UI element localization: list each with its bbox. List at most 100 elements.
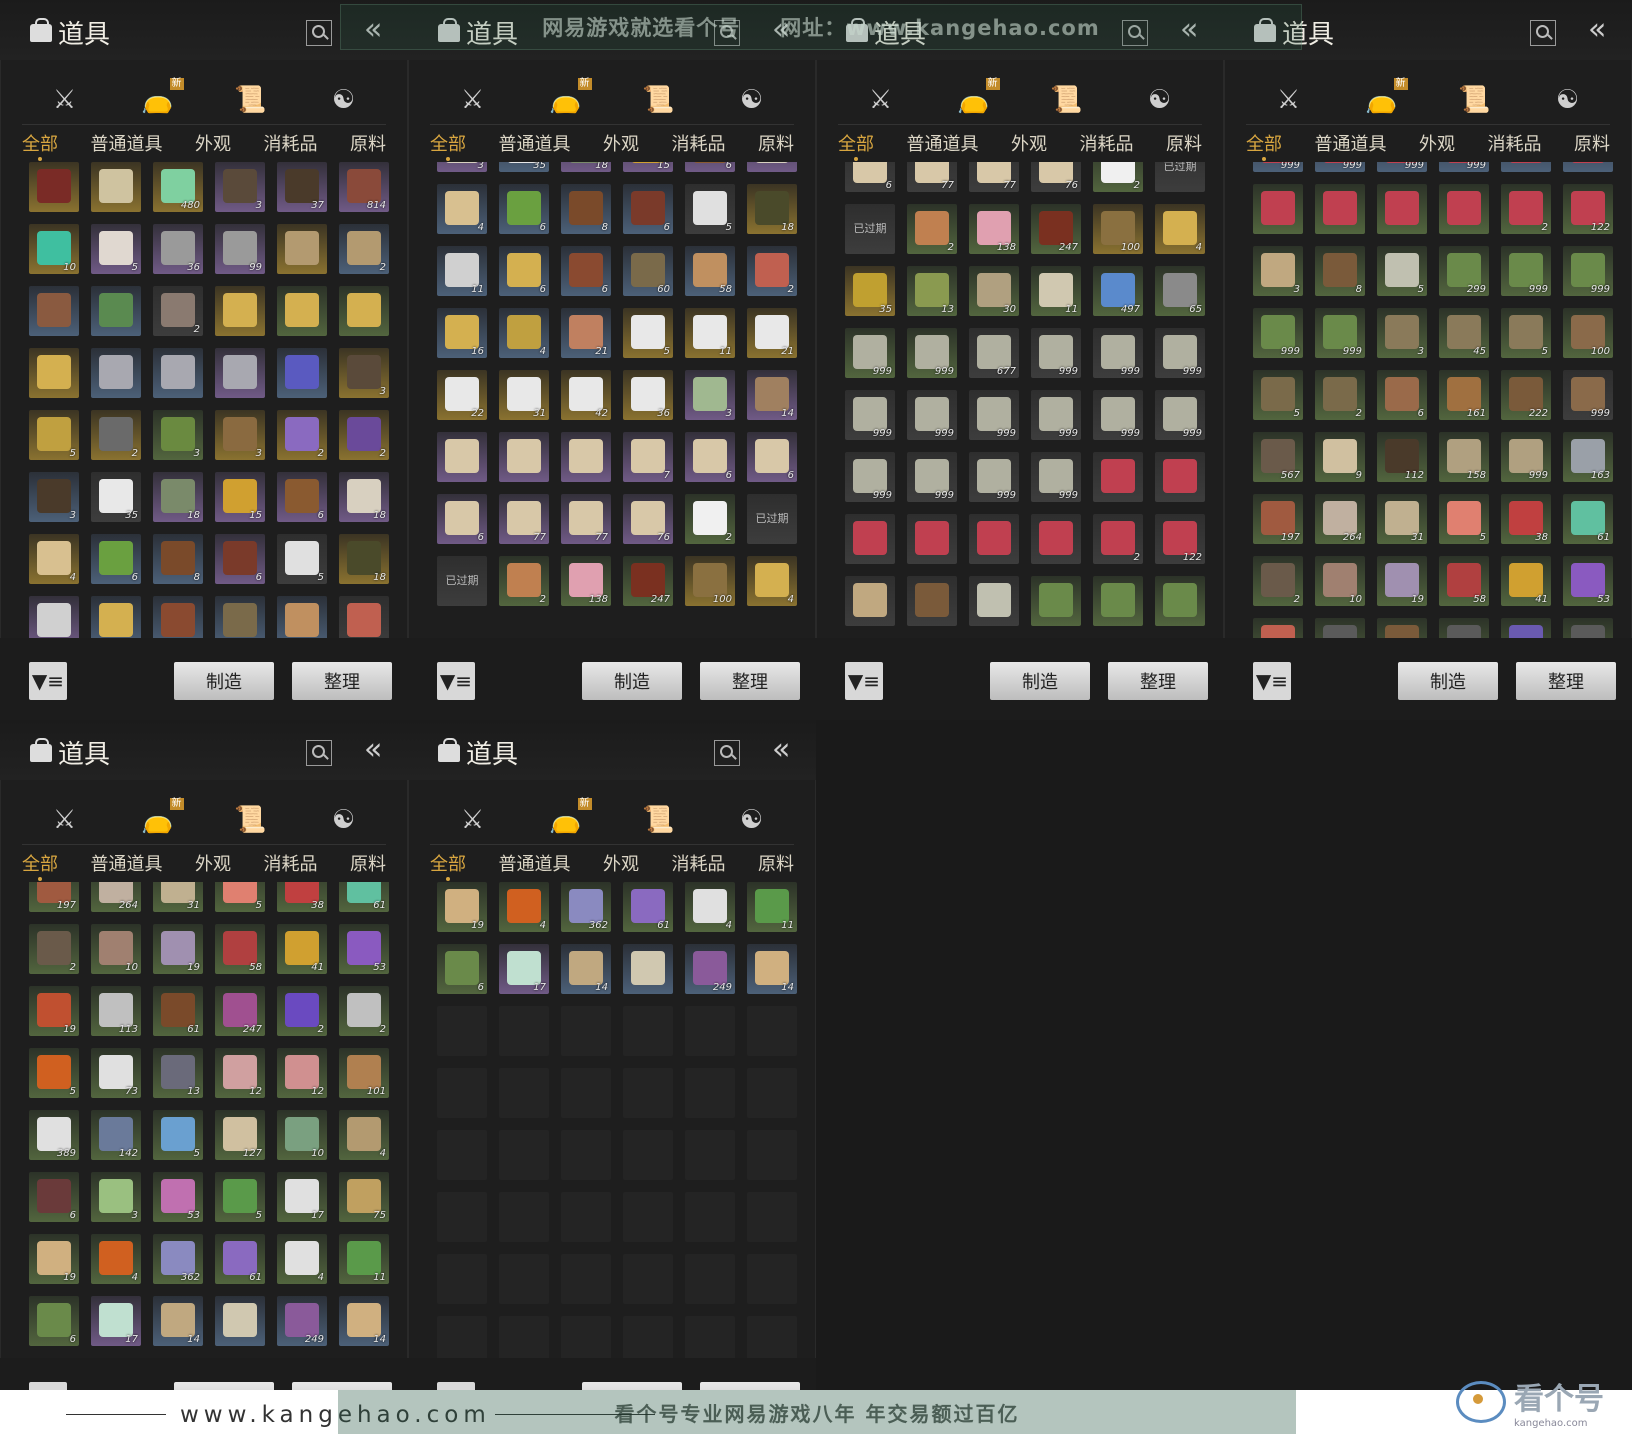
item-slot[interactable]	[1501, 618, 1551, 638]
item-slot[interactable]: 999	[1031, 452, 1081, 502]
item-slot[interactable]: 101	[339, 1048, 389, 1098]
item-slot[interactable]	[845, 576, 895, 626]
tab-filter[interactable]: 原料	[1574, 130, 1610, 156]
item-slot[interactable]	[1315, 184, 1365, 234]
item-slot[interactable]	[747, 1068, 797, 1118]
item-slot[interactable]: 58	[215, 924, 265, 974]
item-slot[interactable]: 112	[1377, 432, 1427, 482]
item-slot[interactable]	[685, 1068, 735, 1118]
tab-token-icon[interactable]: ☯	[732, 80, 772, 120]
tab-pouch-icon[interactable]: 👝 新	[954, 78, 1000, 120]
tab-filter[interactable]: 全部	[22, 850, 58, 881]
item-slot[interactable]: 999	[969, 452, 1019, 502]
tab-scroll-icon[interactable]: 📜	[1455, 80, 1495, 120]
item-slot[interactable]: 3	[215, 410, 265, 460]
search-icon[interactable]	[306, 20, 332, 46]
tab-filter[interactable]: 原料	[758, 130, 794, 156]
item-slot[interactable]: 35	[845, 266, 895, 316]
item-slot[interactable]: 11	[747, 882, 797, 932]
item-slot[interactable]: 2	[153, 286, 203, 336]
item-slot[interactable]	[91, 348, 141, 398]
item-slot[interactable]	[277, 596, 327, 638]
item-slot[interactable]: 14	[153, 1296, 203, 1346]
tab-scroll-icon[interactable]: 📜	[231, 80, 271, 120]
item-slot[interactable]	[747, 1006, 797, 1056]
filter-button[interactable]: ▼≡	[1253, 662, 1291, 700]
item-slot[interactable]: 41	[277, 924, 327, 974]
item-slot[interactable]: 12	[277, 1048, 327, 1098]
item-slot[interactable]	[277, 348, 327, 398]
item-slot[interactable]: 100	[1093, 204, 1143, 254]
item-slot[interactable]: 31	[499, 370, 549, 420]
item-slot[interactable]	[277, 286, 327, 336]
item-slot[interactable]: 249	[277, 1296, 327, 1346]
item-slot[interactable]: 999	[845, 328, 895, 378]
item-slot[interactable]: 36	[153, 224, 203, 274]
item-slot[interactable]: 11	[437, 246, 487, 296]
item-slot[interactable]: 5	[685, 184, 735, 234]
search-icon[interactable]	[1122, 20, 1148, 46]
item-slot[interactable]: 2	[1501, 184, 1551, 234]
tab-filter[interactable]: 全部	[430, 130, 466, 161]
item-slot[interactable]: 已过期	[1155, 162, 1205, 192]
item-slot[interactable]: 999	[1031, 328, 1081, 378]
item-slot[interactable]: 3	[437, 162, 487, 172]
tab-filter[interactable]: 普通道具	[91, 850, 163, 876]
item-slot[interactable]: 163	[1563, 432, 1613, 482]
item-slot[interactable]: 8	[561, 184, 611, 234]
item-slot[interactable]: 58	[1439, 556, 1489, 606]
item-slot[interactable]: 5	[623, 308, 673, 358]
item-slot[interactable]	[623, 1192, 673, 1242]
item-slot[interactable]: 21	[561, 308, 611, 358]
item-slot[interactable]	[623, 944, 673, 994]
back-arrow-icon[interactable]: «‹	[772, 12, 791, 47]
item-slot[interactable]	[29, 162, 79, 212]
tab-filter[interactable]: 全部	[22, 130, 58, 161]
item-slot[interactable]: 10	[29, 224, 79, 274]
item-slot[interactable]: 6	[437, 944, 487, 994]
item-slot[interactable]: 60	[623, 246, 673, 296]
item-slot[interactable]: 122	[1155, 514, 1205, 564]
item-slot[interactable]: 999	[1315, 308, 1365, 358]
tab-filter[interactable]: 普通道具	[91, 130, 163, 156]
back-arrow-icon[interactable]: «‹	[364, 12, 383, 47]
item-slot[interactable]	[561, 1130, 611, 1180]
item-slot[interactable]	[29, 348, 79, 398]
item-slot[interactable]	[153, 348, 203, 398]
item-slot[interactable]: 6	[215, 534, 265, 584]
tab-scroll-icon[interactable]: 📜	[231, 800, 271, 840]
item-slot[interactable]: 5	[215, 1172, 265, 1222]
tab-filter[interactable]: 原料	[350, 130, 386, 156]
item-slot[interactable]: 3	[1253, 246, 1303, 296]
craft-button[interactable]: 制造	[1398, 662, 1498, 700]
item-slot[interactable]: 497	[1093, 266, 1143, 316]
item-slot[interactable]: 999	[845, 452, 895, 502]
filter-button[interactable]: ▼≡	[437, 662, 475, 700]
item-slot[interactable]	[437, 1130, 487, 1180]
item-slot[interactable]	[1563, 618, 1613, 638]
item-slot[interactable]: 814	[339, 162, 389, 212]
item-slot[interactable]: 18	[561, 162, 611, 172]
item-slot[interactable]: 18	[339, 534, 389, 584]
tab-pouch-icon[interactable]: 👝 新	[138, 78, 184, 120]
tab-filter[interactable]: 原料	[350, 850, 386, 876]
item-slot[interactable]: 2	[339, 986, 389, 1036]
item-slot[interactable]: 11	[1031, 266, 1081, 316]
item-slot[interactable]	[561, 1316, 611, 1358]
item-slot[interactable]: 37	[277, 162, 327, 212]
item-slot[interactable]: 53	[153, 1172, 203, 1222]
tab-filter[interactable]: 消耗品	[1080, 130, 1134, 156]
item-slot[interactable]: 12	[215, 1048, 265, 1098]
item-grid[interactable]: 3 35 18 15 6 4 6 8 6 5 18 11 6 6 60 58 2 16 4 21 5 11 21 22 31 42…	[437, 162, 800, 638]
filter-button[interactable]: ▼≡	[845, 662, 883, 700]
item-slot[interactable]: 75	[339, 1172, 389, 1222]
tab-scroll-icon[interactable]: 📜	[639, 80, 679, 120]
item-slot[interactable]	[499, 432, 549, 482]
item-slot[interactable]: 6	[277, 472, 327, 522]
tab-weapon-icon[interactable]: ⚔	[45, 800, 85, 840]
item-slot[interactable]: 17	[499, 944, 549, 994]
tab-filter[interactable]: 普通道具	[499, 850, 571, 876]
item-slot[interactable]: 247	[623, 556, 673, 606]
item-slot[interactable]: 6	[685, 162, 735, 172]
item-slot[interactable]	[623, 1254, 673, 1304]
